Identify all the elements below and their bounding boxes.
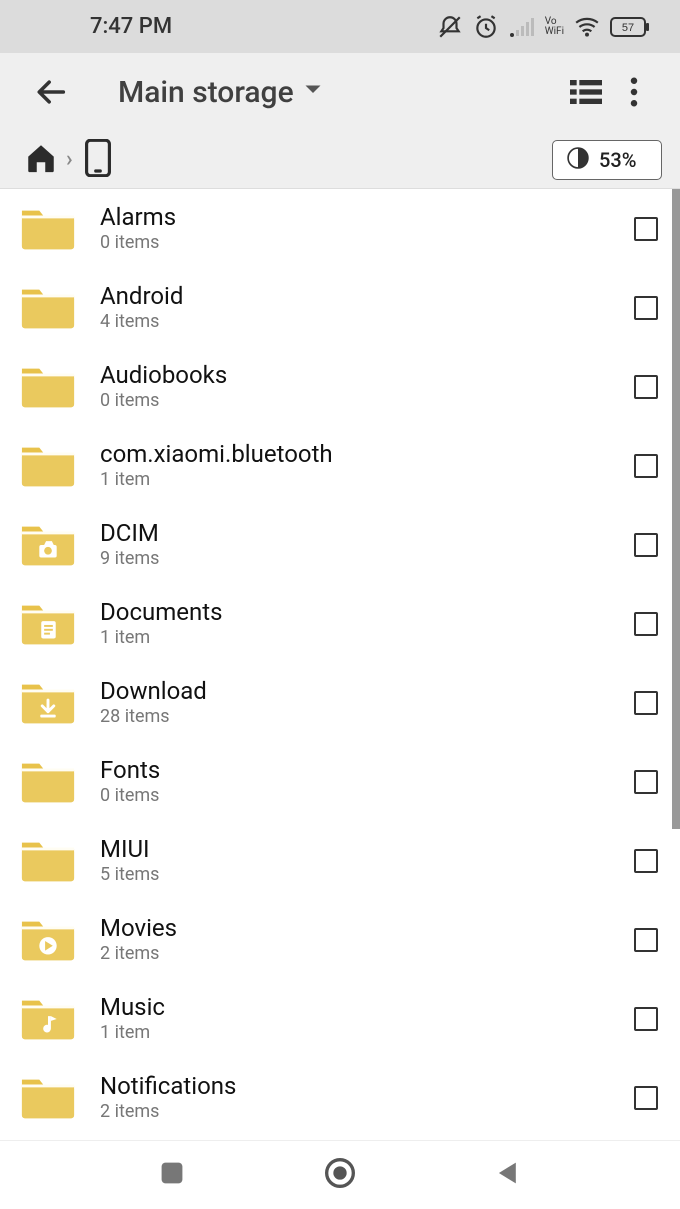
folder-icon (20, 362, 76, 412)
nav-back-button[interactable] (495, 1160, 521, 1190)
folder-subtitle: 0 items (100, 785, 634, 806)
folder-row[interactable]: MIUI5 items (0, 821, 680, 900)
view-mode-button[interactable] (562, 68, 610, 116)
storage-dropdown[interactable]: Main storage (118, 75, 322, 110)
select-checkbox[interactable] (634, 296, 658, 320)
folder-icon (20, 836, 76, 886)
folder-subtitle: 0 items (100, 390, 634, 411)
folder-name: Download (100, 678, 634, 704)
folder-row[interactable]: Fonts0 items (0, 742, 680, 821)
battery-icon: 57 (610, 17, 650, 37)
folder-row[interactable]: Alarms0 items (0, 189, 680, 268)
alarm-icon (473, 14, 499, 40)
folder-icon (20, 520, 76, 570)
folder-row[interactable]: Audiobooks0 items (0, 347, 680, 426)
file-list[interactable]: Alarms0 itemsAndroid4 itemsAudiobooks0 i… (0, 189, 680, 1140)
folder-icon (20, 1073, 76, 1123)
more-options-button[interactable] (610, 68, 658, 116)
select-checkbox[interactable] (634, 375, 658, 399)
folder-name: DCIM (100, 520, 634, 546)
folder-row[interactable]: Download28 items (0, 663, 680, 742)
system-nav-bar (0, 1140, 680, 1209)
folder-subtitle: 1 item (100, 1022, 634, 1043)
folder-icon (20, 994, 76, 1044)
breadcrumb-separator: › (66, 147, 73, 172)
folder-name: Android (100, 283, 634, 309)
folder-icon (20, 599, 76, 649)
select-checkbox[interactable] (634, 1007, 658, 1031)
app-title: Main storage (118, 75, 294, 110)
folder-name: com.xiaomi.bluetooth (100, 441, 634, 467)
select-checkbox[interactable] (634, 691, 658, 715)
folder-row[interactable]: DCIM9 items (0, 505, 680, 584)
status-icons: Vo WiFi 57 (437, 14, 650, 40)
dropdown-icon (304, 81, 322, 103)
status-time: 7:47 PM (90, 14, 172, 39)
vowifi-icon: Vo WiFi (545, 17, 564, 37)
folder-subtitle: 1 item (100, 469, 634, 490)
folder-icon (20, 678, 76, 728)
folder-name: Audiobooks (100, 362, 634, 388)
scrollbar-thumb[interactable] (672, 189, 680, 829)
select-checkbox[interactable] (634, 217, 658, 241)
back-button[interactable] (32, 72, 72, 112)
folder-name: MIUI (100, 836, 634, 862)
folder-subtitle: 2 items (100, 943, 634, 964)
status-bar: 7:47 PM Vo WiFi 57 (0, 0, 680, 53)
storage-percent: 53% (599, 148, 636, 172)
folder-icon (20, 915, 76, 965)
folder-icon (20, 283, 76, 333)
breadcrumb-bar: › 53% (0, 131, 680, 189)
wifi-icon (574, 16, 600, 38)
folder-name: Movies (100, 915, 634, 941)
folder-name: Documents (100, 599, 634, 625)
folder-name: Alarms (100, 204, 634, 230)
nav-home-button[interactable] (324, 1157, 356, 1193)
folder-row[interactable]: com.xiaomi.bluetooth1 item (0, 426, 680, 505)
folder-row[interactable]: Documents1 item (0, 584, 680, 663)
select-checkbox[interactable] (634, 928, 658, 952)
battery-level: 57 (622, 22, 634, 34)
signal-icon (509, 16, 535, 38)
app-bar: Main storage (0, 53, 680, 131)
folder-name: Music (100, 994, 634, 1020)
folder-icon (20, 204, 76, 254)
dnd-icon (437, 14, 463, 40)
select-checkbox[interactable] (634, 454, 658, 478)
folder-subtitle: 4 items (100, 311, 634, 332)
folder-icon (20, 441, 76, 491)
folder-subtitle: 1 item (100, 627, 634, 648)
select-checkbox[interactable] (634, 849, 658, 873)
folder-subtitle: 5 items (100, 864, 634, 885)
home-icon[interactable] (24, 141, 58, 179)
nav-recent-button[interactable] (159, 1160, 185, 1190)
folder-row[interactable]: Android4 items (0, 268, 680, 347)
storage-pie-icon (567, 147, 589, 173)
folder-row[interactable]: Music1 item (0, 979, 680, 1058)
storage-indicator[interactable]: 53% (552, 140, 662, 180)
select-checkbox[interactable] (634, 770, 658, 794)
folder-subtitle: 9 items (100, 548, 634, 569)
folder-subtitle: 28 items (100, 706, 634, 727)
select-checkbox[interactable] (634, 1086, 658, 1110)
device-icon[interactable] (81, 139, 115, 181)
select-checkbox[interactable] (634, 533, 658, 557)
folder-icon (20, 757, 76, 807)
select-checkbox[interactable] (634, 612, 658, 636)
folder-name: Notifications (100, 1073, 634, 1099)
folder-row[interactable]: Movies2 items (0, 900, 680, 979)
folder-subtitle: 0 items (100, 232, 634, 253)
folder-subtitle: 2 items (100, 1101, 634, 1122)
folder-row[interactable]: Notifications2 items (0, 1058, 680, 1137)
folder-name: Fonts (100, 757, 634, 783)
